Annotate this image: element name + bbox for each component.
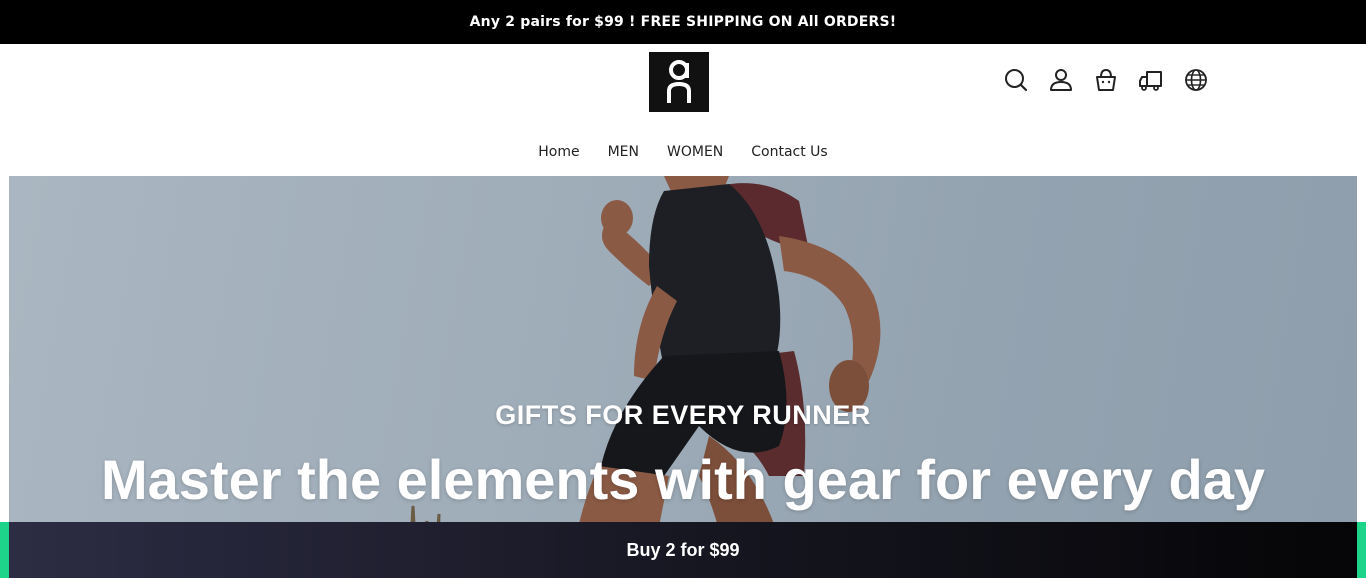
nav-item-men[interactable]: MEN bbox=[608, 144, 639, 160]
hero-title: Master the elements with gear for every … bbox=[101, 448, 1265, 511]
buy-bar-label: Buy 2 for $99 bbox=[626, 539, 740, 560]
nav-item-home[interactable]: Home bbox=[538, 144, 579, 160]
delivery-truck-icon[interactable] bbox=[1135, 66, 1167, 94]
account-icon[interactable] bbox=[1045, 66, 1077, 94]
on-logo-icon bbox=[667, 60, 691, 103]
main-nav: Home MEN WOMEN Contact Us bbox=[0, 140, 1366, 164]
announcement-text: Any 2 pairs for $99 ! FREE SHIPPING ON A… bbox=[469, 14, 897, 30]
logo[interactable] bbox=[649, 52, 709, 112]
site-header: Home MEN WOMEN Contact Us bbox=[0, 44, 1366, 176]
announcement-bar: Any 2 pairs for $99 ! FREE SHIPPING ON A… bbox=[0, 0, 1366, 44]
buy-2-for-99-button[interactable]: Buy 2 for $99 bbox=[9, 522, 1357, 578]
accent-strip-right bbox=[1357, 522, 1366, 578]
hero-runner-image bbox=[407, 176, 881, 578]
accent-strip-left bbox=[0, 522, 9, 578]
cart-icon[interactable] bbox=[1090, 66, 1122, 94]
search-icon[interactable] bbox=[1000, 66, 1032, 94]
header-icons bbox=[1000, 66, 1225, 94]
nav-item-women[interactable]: WOMEN bbox=[667, 144, 723, 160]
hero-eyebrow: GIFTS FOR EVERY RUNNER bbox=[495, 400, 871, 430]
globe-icon[interactable] bbox=[1180, 66, 1212, 94]
nav-item-contact-us[interactable]: Contact Us bbox=[751, 144, 827, 160]
hero-banner[interactable]: GIFTS FOR EVERY RUNNER Master the elemen… bbox=[9, 176, 1357, 578]
